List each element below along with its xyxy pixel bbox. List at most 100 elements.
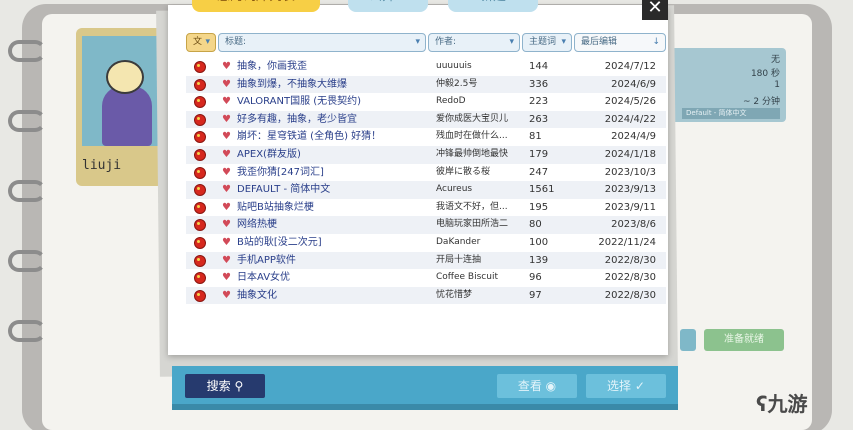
table-row[interactable]: ♥ 抽象文化 忧花惜梦 97 2022/8/30 <box>186 286 666 305</box>
table-row[interactable]: ♥ APEX(群友版) 冲锋最帅倒地最快 179 2024/1/18 <box>186 146 666 164</box>
wordlist-author: 彼岸に散る桜 <box>436 166 491 177</box>
chevron-down-icon: ▾ <box>509 37 514 47</box>
sort-down-icon: ↓ <box>652 37 660 47</box>
wordlist-table: ♥ 抽象，你画我歪 uuuuuis 144 2024/7/12 ♥ 抽象到爆，不… <box>186 58 666 310</box>
title-search-input[interactable]: 标题: ▾ <box>218 33 426 52</box>
word-count: 144 <box>529 61 549 72</box>
wordlist-title: 我歪你猜[247词汇] <box>237 166 324 178</box>
china-flag-icon <box>194 201 206 214</box>
wordlist-title: 好多有趣，抽象，老少皆宜 <box>237 113 357 125</box>
last-edited-date: 2023/8/6 <box>611 219 656 231</box>
search-button[interactable]: 搜索 ⚲ <box>185 374 265 398</box>
table-row[interactable]: ♥ VALORANT国服 (无畏契约) RedoD 223 2024/5/26 <box>186 93 666 111</box>
tab-public[interactable]: 公开ᯤ <box>348 0 428 12</box>
heart-icon[interactable]: ♥ <box>222 199 231 217</box>
heart-icon[interactable]: ♥ <box>222 146 231 164</box>
watermark-text: 九游 <box>767 392 808 416</box>
tab-new[interactable]: 新建 <box>448 0 538 12</box>
table-row[interactable]: ♥ 抽象，你画我歪 uuuuuis 144 2024/7/12 <box>186 58 666 76</box>
table-row[interactable]: ♥ 贴吧B站抽象烂梗 我语文不好，但... 195 2023/9/11 <box>186 199 666 217</box>
wordlist-author: 仲毅2.5号 <box>436 78 478 89</box>
chevron-down-icon: ▾ <box>415 37 420 47</box>
side-button <box>680 329 696 351</box>
keyword-sort[interactable]: 主题词 ▾ <box>522 33 572 52</box>
author-search-input[interactable]: 作者: ▾ <box>428 33 520 52</box>
heart-icon[interactable]: ♥ <box>222 269 231 287</box>
heart-icon[interactable]: ♥ <box>222 234 231 252</box>
china-flag-icon <box>194 61 206 73</box>
heart-icon[interactable]: ♥ <box>222 93 231 111</box>
wordlist-title: 抽象，你画我歪 <box>237 61 307 72</box>
heart-icon[interactable]: ♥ <box>222 111 231 129</box>
sort-label: 最后编辑 <box>581 37 618 47</box>
table-row[interactable]: ♥ 崩坏：星穹铁道 (全角色) 好猜！ 残血时在做什么... 81 2024/4… <box>186 128 666 146</box>
wordlist-title: 日本AV女优 <box>237 272 291 284</box>
binder-ring <box>8 40 46 62</box>
wordlist-title: DEFAULT - 简体中文 <box>237 184 331 196</box>
settings-value: ~ 2 分钟 <box>743 97 780 107</box>
keyword-label: 主题词 <box>529 37 557 47</box>
table-row[interactable]: ♥ 日本AV女优 Coffee Biscuit 96 2022/8/30 <box>186 269 666 287</box>
word-count: 1561 <box>529 184 555 196</box>
wordlist-author: uuuuuis <box>436 61 472 71</box>
settings-value: 无 <box>770 55 780 65</box>
site-watermark: ʕ九游 <box>756 388 807 417</box>
heart-icon[interactable]: ♥ <box>222 164 231 182</box>
chevron-down-icon: ▾ <box>561 37 566 47</box>
last-edited-date: 2024/4/9 <box>611 131 656 143</box>
wordlist-author: 残血时在做什么... <box>436 131 508 142</box>
heart-icon[interactable]: ♥ <box>222 128 231 146</box>
close-icon: ✕ <box>647 0 663 18</box>
table-row[interactable]: ♥ 我歪你猜[247词汇] 彼岸に散る桜 247 2023/10/3 <box>186 164 666 182</box>
last-edited-date: 2022/11/24 <box>598 237 656 248</box>
last-edited-date: 2022/8/30 <box>604 272 656 284</box>
heart-icon[interactable]: ♥ <box>222 181 231 199</box>
wordlist-author: Coffee Biscuit <box>436 272 498 283</box>
word-count: 139 <box>529 254 549 266</box>
table-row[interactable]: ♥ DEFAULT - 简体中文 Acureus 1561 2023/9/13 <box>186 181 666 199</box>
last-edited-sort[interactable]: 最后编辑 ↓ <box>574 33 666 52</box>
avatar-body <box>102 86 152 146</box>
view-label: 查看 <box>517 379 542 393</box>
wordlist-author: 电脑玩家田所浩二 <box>436 219 509 230</box>
china-flag-icon <box>194 289 206 302</box>
select-button[interactable]: 选择 ✓ <box>586 374 666 398</box>
table-row[interactable]: ♥ 手机APP软件 开局十连抽 139 2022/8/30 <box>186 251 666 270</box>
table-row[interactable]: ♥ 网络热梗 电脑玩家田所浩二 80 2023/8/6 <box>186 216 666 234</box>
heart-icon[interactable]: ♥ <box>222 252 231 270</box>
last-edited-date: 2024/6/9 <box>611 78 656 90</box>
word-count: 195 <box>529 201 549 213</box>
wordlist-author: DaKander <box>436 237 481 247</box>
search-icon: ⚲ <box>234 379 244 393</box>
author-placeholder: 作者: <box>435 37 457 47</box>
ready-button: 准备就绪 <box>704 329 784 351</box>
table-row[interactable]: ♥ 好多有趣，抽象，老少皆宜 爱你成医大宝贝儿 263 2024/4/22 <box>186 110 666 129</box>
word-count: 247 <box>529 166 549 178</box>
search-label: 搜索 <box>206 379 231 393</box>
wordlist-title: VALORANT国服 (无畏契约) <box>237 96 362 108</box>
china-flag-icon <box>194 113 206 126</box>
settings-value: 180 秒 <box>750 69 780 79</box>
close-button[interactable]: ✕ <box>642 0 668 20</box>
wordlist-title: 手机APP软件 <box>237 254 296 266</box>
binder-ring <box>8 320 46 342</box>
table-row[interactable]: ♥ B站的耿[没二次元] DaKander 100 2022/11/24 <box>186 234 666 252</box>
heart-icon[interactable]: ♥ <box>222 58 231 76</box>
wordlist-title: 崩坏：星穹铁道 (全角色) 好猜！ <box>237 131 382 143</box>
view-button[interactable]: 查看 ◉ <box>497 374 577 398</box>
settings-panel: 无 180 秒 1 ~ 2 分钟 Default - 简体中文 <box>668 48 786 122</box>
table-row[interactable]: ♥ 抽象到爆，不抽象大维爆 仲毅2.5号 336 2024/6/9 <box>186 75 666 94</box>
heart-icon[interactable]: ♥ <box>222 216 231 234</box>
avatar-head <box>106 60 144 94</box>
heart-icon[interactable]: ♥ <box>222 76 231 94</box>
language-filter[interactable]: 文 ▾ <box>186 33 216 52</box>
wordlist-author: Acureus <box>436 184 473 195</box>
china-flag-icon <box>194 184 206 197</box>
china-flag-icon <box>194 272 206 285</box>
tab-my-wordlists[interactable]: 您的词库列表 <box>192 0 320 12</box>
word-count: 179 <box>529 149 549 160</box>
word-count: 223 <box>529 96 549 108</box>
heart-icon[interactable]: ♥ <box>222 287 231 305</box>
wordlist-author: 冲锋最帅倒地最快 <box>436 149 509 159</box>
wordlist-select: Default - 简体中文 <box>682 108 780 119</box>
